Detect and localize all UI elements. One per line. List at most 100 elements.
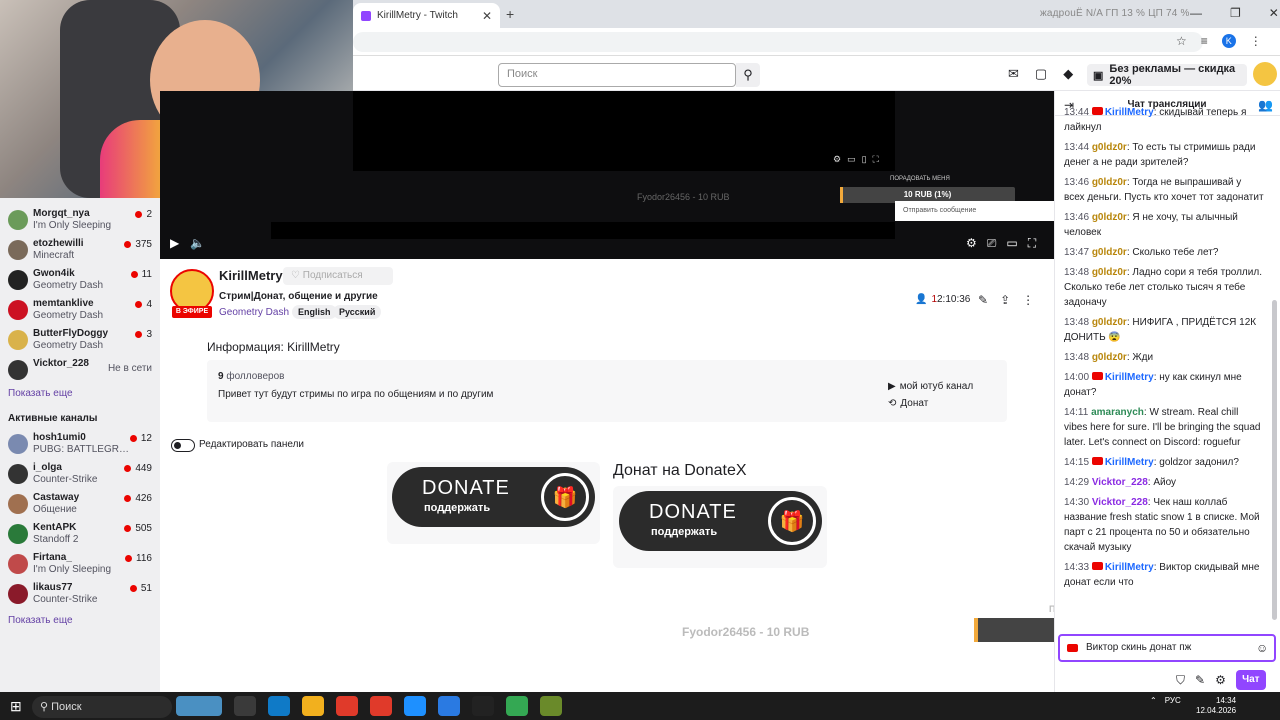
chat-username[interactable]: amaranych — [1091, 407, 1144, 418]
chat-username[interactable]: KirillMetry — [1105, 562, 1154, 573]
address-bar[interactable] — [353, 32, 1203, 52]
task-view-icon[interactable] — [234, 696, 256, 716]
settings-icon[interactable]: ⚙ — [966, 236, 977, 251]
file-explorer-icon[interactable] — [302, 696, 324, 716]
chat-username[interactable]: g0ldz0r — [1092, 267, 1127, 278]
theatre-icon[interactable]: ▯ — [862, 154, 867, 165]
yandex-icon[interactable] — [336, 696, 358, 716]
play-icon[interactable]: ▶ — [170, 236, 179, 250]
menu-icon[interactable]: ⋮ — [1250, 34, 1262, 48]
geometry-dash-icon[interactable] — [540, 696, 562, 716]
stream-game[interactable]: Geometry Dash — [219, 307, 289, 318]
donate-button-1[interactable]: DONATE поддержать 🎁 — [392, 467, 595, 527]
theatre-mode-icon[interactable]: ▭ — [1006, 236, 1017, 251]
chat-username[interactable]: Vicktor_228 — [1092, 477, 1148, 488]
donate-icon: ⟲ — [888, 398, 897, 409]
donate-link[interactable]: ⟲ Донат — [888, 398, 973, 409]
yandex-browser-icon[interactable] — [370, 696, 392, 716]
chat-username[interactable]: g0ldz0r — [1092, 142, 1127, 153]
profile-avatar[interactable]: K — [1221, 34, 1236, 48]
cast-icon[interactable]: ⎚ — [987, 236, 997, 251]
share-icon[interactable]: ⇪ — [1000, 293, 1010, 307]
channel-name[interactable]: KirillMetry — [219, 268, 283, 283]
chat-username[interactable]: g0ldz0r — [1092, 212, 1127, 223]
minimize-icon[interactable]: — — [1190, 6, 1202, 20]
chat-username[interactable]: g0ldz0r — [1092, 247, 1127, 258]
browser-tab[interactable]: KirillMetry - Twitch ✕ — [353, 3, 500, 28]
new-tab-button[interactable]: + — [506, 6, 514, 22]
show-more-link[interactable]: Показать еще — [8, 388, 73, 399]
bookmark-star-icon[interactable]: ☆ — [1176, 34, 1187, 48]
more-icon[interactable]: ⋮ — [1022, 293, 1034, 307]
follow-button[interactable]: ♡ Подписаться — [283, 267, 393, 285]
emoji-icon[interactable]: ☺ — [1256, 641, 1268, 655]
weather-widget-icon[interactable] — [176, 696, 222, 716]
viewer-number: 116 — [136, 553, 152, 564]
search-button[interactable]: ⚲ — [736, 63, 760, 87]
bits-icon[interactable]: ◆ — [1063, 66, 1073, 82]
chat-timestamp: 13:48 — [1064, 267, 1090, 278]
sidebar-channel-likaus77[interactable]: likaus77 Counter-Strike 51 — [8, 581, 158, 609]
chat-username[interactable]: Vicktor_228 — [1092, 497, 1148, 508]
sidebar-channel-i_olga[interactable]: i_olga Counter-Strike 449 — [8, 461, 158, 489]
edit-panels-toggle[interactable] — [171, 439, 195, 452]
tag-english[interactable]: English — [292, 305, 337, 319]
volume-icon[interactable]: 🔈 — [190, 236, 205, 250]
tray-up-icon[interactable]: ⌃ — [1150, 696, 1157, 705]
chat-message: 14:00 KirillMetry: ну как скинул мне дон… — [1064, 370, 1264, 400]
fullscreen-icon[interactable]: ⛶ — [873, 154, 879, 165]
chat-username[interactable]: g0ldz0r — [1092, 317, 1127, 328]
youtube-link[interactable]: ▶ мой ютуб канал — [888, 381, 973, 392]
turbo-promo-button[interactable]: ▣ Без рекламы — скидка 20% — [1087, 63, 1247, 87]
language-indicator[interactable]: РУС — [1165, 696, 1181, 705]
close-tab-icon[interactable]: ✕ — [482, 9, 492, 23]
whispers-icon[interactable]: ▢ — [1035, 66, 1047, 82]
chat-username[interactable]: KirillMetry — [1105, 457, 1154, 468]
chat-username[interactable]: KirillMetry — [1105, 372, 1154, 383]
show-more-link-2[interactable]: Показать еще — [8, 615, 73, 626]
fullscreen-icon[interactable]: ⛶ — [1028, 236, 1036, 251]
search-input[interactable]: Поиск — [498, 63, 736, 87]
sidebar-channel-castaway[interactable]: Castaway Общение 426 — [8, 491, 158, 519]
sidebar-channel-memtanklive[interactable]: memtanklive Geometry Dash 4 — [8, 297, 158, 325]
close-window-icon[interactable]: ✕ — [1269, 6, 1279, 20]
viewer-count: 12 — [129, 433, 152, 444]
windows-start-icon[interactable]: ⊞ — [10, 698, 22, 715]
chat-send-button[interactable]: Чат — [1235, 670, 1266, 690]
settings-icon[interactable]: ⚙ — [833, 154, 841, 165]
mail-icon[interactable] — [404, 696, 426, 716]
tag-russian[interactable]: Русский — [333, 305, 382, 319]
sidebar-channel-morgqt_nya[interactable]: Morgqt_nya I'm Only Sleeping 2 — [8, 207, 158, 235]
sidebar-channel-vicktor_228[interactable]: Vicktor_228 Не в сети — [8, 357, 158, 385]
heart-icon: ♡ — [291, 270, 303, 281]
taskbar-clock[interactable]: 14:34 12.04.2026 — [1196, 696, 1236, 716]
clip-icon[interactable]: ▭ — [847, 154, 856, 165]
obs-icon[interactable] — [472, 696, 494, 716]
pen-icon[interactable]: ✎ — [1195, 673, 1205, 687]
sidebar-channel-butterflydoggy[interactable]: ButterFlyDoggy Geometry Dash 3 — [8, 327, 158, 355]
chrome-icon[interactable] — [506, 696, 528, 716]
channel-game: Geometry Dash — [33, 280, 104, 291]
taskbar-search[interactable]: ⚲ Поиск — [32, 696, 172, 718]
shield-icon[interactable]: ⛉ — [1176, 673, 1185, 688]
edge-icon[interactable] — [268, 696, 290, 716]
restore-icon[interactable]: ❐ — [1230, 6, 1241, 20]
sidebar-channel-etozhewilli[interactable]: etozhewilli Minecraft 375 — [8, 237, 158, 265]
telegram-icon[interactable] — [438, 696, 460, 716]
chat-settings-icon[interactable]: ⚙ — [1215, 673, 1226, 687]
chat-username[interactable]: g0ldz0r — [1092, 352, 1127, 363]
user-avatar[interactable] — [1253, 62, 1277, 86]
sidebar-channel-kentapk[interactable]: KentAPK Standoff 2 505 — [8, 521, 158, 549]
chat-input[interactable]: Виктор скинь донат пж — [1058, 634, 1276, 662]
chat-username[interactable]: g0ldz0r — [1092, 177, 1127, 188]
chat-scrollbar[interactable] — [1272, 300, 1277, 620]
sidebar-channel-firtana_[interactable]: Firtana_ I'm Only Sleeping 116 — [8, 551, 158, 579]
sidebar-channel-gwon4ik[interactable]: Gwon4ik Geometry Dash 11 — [8, 267, 158, 295]
donate-button-2[interactable]: DONATE поддержать 🎁 — [619, 491, 822, 551]
sidebar-channel-hosh1umi0[interactable]: hosh1umi0 PUBG: BATTLEGR… 12 — [8, 431, 158, 459]
inbox-icon[interactable]: ✉ — [1008, 66, 1019, 82]
gift-icon: 🎁 — [768, 497, 816, 545]
chat-username[interactable]: KirillMetry — [1105, 107, 1154, 118]
edit-icon[interactable]: ✎ — [978, 293, 988, 307]
media-icon[interactable]: ≡ — [1201, 34, 1208, 48]
